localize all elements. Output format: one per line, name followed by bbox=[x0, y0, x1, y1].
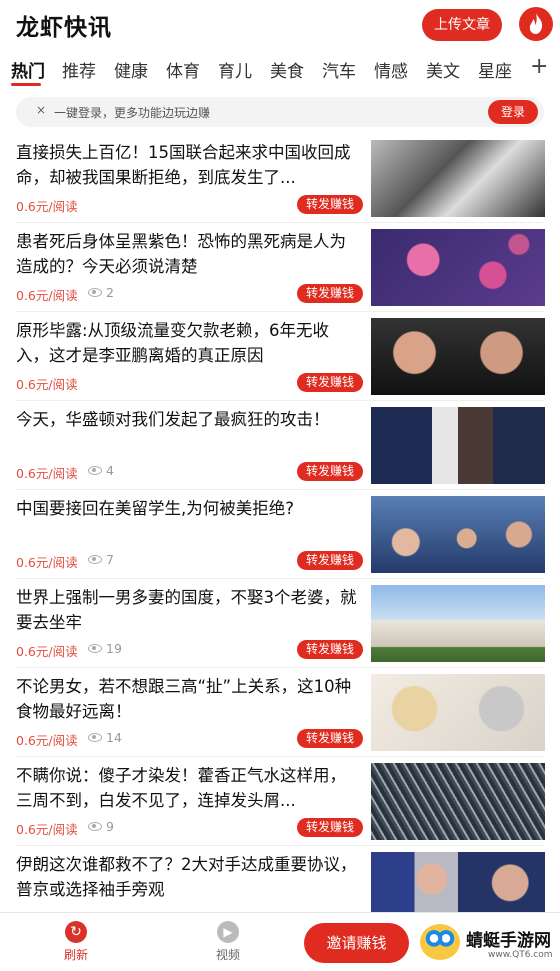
article-title[interactable]: 患者死后身体呈黑紫色！恐怖的黑死病是人为造成的？今天必须说清楚 bbox=[16, 229, 362, 279]
watermark-logo-icon bbox=[420, 924, 460, 960]
view-count-value: 7 bbox=[106, 552, 114, 567]
eye-icon bbox=[88, 644, 102, 653]
article-thumbnail[interactable] bbox=[371, 585, 545, 662]
tab-health[interactable]: 健康 bbox=[114, 57, 148, 82]
refresh-button[interactable]: ↻ 刷新 bbox=[50, 921, 102, 963]
reward-rate: 0.6元/阅读 bbox=[16, 377, 78, 392]
reward-rate: 0.6元/阅读 bbox=[16, 822, 78, 837]
list-item[interactable]: 不论男女，若不想跟三高“扯”上关系，这10种食物最好远离！ 0.6元/阅读 14… bbox=[0, 668, 560, 757]
article-title[interactable]: 伊朗这次谁都救不了？2大对手达成重要协议，普京或选择袖手旁观 bbox=[16, 852, 362, 902]
tab-horoscope[interactable]: 星座 bbox=[478, 57, 512, 82]
view-count-value: 9 bbox=[106, 819, 114, 834]
tab-food[interactable]: 美食 bbox=[270, 57, 304, 82]
login-banner-text: 一键登录，更多功能边玩边赚 bbox=[54, 106, 211, 120]
article-title[interactable]: 直接损失上百亿！15国联合起来求中国收回成命，却被我国果断拒绝，到底发生了... bbox=[16, 140, 362, 190]
refresh-label: 刷新 bbox=[63, 948, 88, 962]
upload-article-button[interactable]: 上传文章 bbox=[422, 9, 502, 41]
article-thumbnail[interactable] bbox=[371, 407, 545, 484]
article-thumbnail[interactable] bbox=[371, 140, 545, 217]
tab-sports[interactable]: 体育 bbox=[166, 57, 200, 82]
article-title[interactable]: 不瞒你说：傻子才染发！藿香正气水这样用，三周不到，白发不见了，连掉发头屑... bbox=[16, 763, 362, 813]
refresh-icon[interactable]: ↻ bbox=[65, 921, 87, 943]
article-title[interactable]: 中国要接回在美留学生,为何被美拒绝? bbox=[16, 496, 362, 521]
share-earn-button[interactable]: 转发赚钱 bbox=[297, 551, 363, 570]
video-icon[interactable]: ▶ bbox=[217, 921, 239, 943]
eye-icon bbox=[88, 466, 102, 475]
share-earn-button[interactable]: 转发赚钱 bbox=[297, 195, 363, 214]
tab-parenting[interactable]: 育儿 bbox=[218, 57, 252, 82]
share-earn-button[interactable]: 转发赚钱 bbox=[297, 284, 363, 303]
list-item[interactable]: 今天，华盛顿对我们发起了最疯狂的攻击！ 0.6元/阅读 4 转发赚钱 bbox=[0, 401, 560, 490]
article-title[interactable]: 不论男女，若不想跟三高“扯”上关系，这10种食物最好远离！ bbox=[16, 674, 362, 724]
invite-earn-button[interactable]: 邀请赚钱 bbox=[304, 923, 409, 963]
list-item[interactable]: 世界上强制一男多妻的国度，不娶3个老婆，就要去坐牢 0.6元/阅读 19 转发赚… bbox=[0, 579, 560, 668]
tab-hot[interactable]: 热门 bbox=[11, 57, 45, 82]
fire-icon[interactable] bbox=[519, 7, 553, 41]
tab-recommend[interactable]: 推荐 bbox=[62, 57, 96, 82]
list-item[interactable]: 原形毕露:从顶级流量变欠款老赖，6年无收入，这才是李亚鹏离婚的真正原因 0.6元… bbox=[0, 312, 560, 401]
reward-rate: 0.6元/阅读 bbox=[16, 466, 78, 481]
eye-icon bbox=[88, 555, 102, 564]
login-banner[interactable]: × 一键登录，更多功能边玩边赚 登录 bbox=[16, 97, 544, 127]
view-count-value: 14 bbox=[106, 730, 122, 745]
article-thumbnail[interactable] bbox=[371, 763, 545, 840]
tab-essays[interactable]: 美文 bbox=[426, 57, 460, 82]
list-item[interactable]: 患者死后身体呈黑紫色！恐怖的黑死病是人为造成的？今天必须说清楚 0.6元/阅读 … bbox=[0, 223, 560, 312]
reward-rate: 0.6元/阅读 bbox=[16, 199, 78, 214]
reward-rate: 0.6元/阅读 bbox=[16, 555, 78, 570]
login-button[interactable]: 登录 bbox=[488, 100, 538, 124]
list-item[interactable]: 中国要接回在美留学生,为何被美拒绝? 0.6元/阅读 7 转发赚钱 bbox=[0, 490, 560, 579]
add-tab-icon[interactable]: + bbox=[530, 54, 548, 79]
article-title[interactable]: 原形毕露:从顶级流量变欠款老赖，6年无收入，这才是李亚鹏离婚的真正原因 bbox=[16, 318, 362, 368]
watermark-url: www.QT6.com bbox=[488, 950, 553, 960]
share-earn-button[interactable]: 转发赚钱 bbox=[297, 462, 363, 481]
video-button[interactable]: ▶ 视频 bbox=[202, 921, 254, 963]
view-count-value: 2 bbox=[106, 285, 114, 300]
active-tab-indicator bbox=[11, 83, 41, 86]
tab-cars[interactable]: 汽车 bbox=[322, 57, 356, 82]
article-thumbnail[interactable] bbox=[371, 496, 545, 573]
share-earn-button[interactable]: 转发赚钱 bbox=[297, 640, 363, 659]
view-count: 2 bbox=[88, 285, 114, 300]
watermark-text: 蜻蜓手游网 bbox=[466, 931, 551, 951]
eye-icon bbox=[88, 733, 102, 742]
article-thumbnail[interactable] bbox=[371, 229, 545, 306]
view-count: 9 bbox=[88, 819, 114, 834]
view-count: 14 bbox=[88, 730, 122, 745]
view-count-value: 19 bbox=[106, 641, 122, 656]
category-tabs: 热门 推荐 健康 体育 育儿 美食 汽车 情感 美文 星座 + bbox=[0, 52, 560, 90]
article-thumbnail[interactable] bbox=[371, 318, 545, 395]
share-earn-button[interactable]: 转发赚钱 bbox=[297, 818, 363, 837]
share-earn-button[interactable]: 转发赚钱 bbox=[297, 373, 363, 392]
tab-emotion[interactable]: 情感 bbox=[374, 57, 408, 82]
close-icon[interactable]: × bbox=[36, 103, 46, 117]
reward-rate: 0.6元/阅读 bbox=[16, 644, 78, 659]
view-count: 7 bbox=[88, 552, 114, 567]
view-count-value: 4 bbox=[106, 463, 114, 478]
article-title[interactable]: 世界上强制一男多妻的国度，不娶3个老婆，就要去坐牢 bbox=[16, 585, 362, 635]
view-count: 4 bbox=[88, 463, 114, 478]
list-item[interactable]: 不瞒你说：傻子才染发！藿香正气水这样用，三周不到，白发不见了，连掉发头屑... … bbox=[0, 757, 560, 846]
eye-icon bbox=[88, 822, 102, 831]
video-label: 视频 bbox=[215, 948, 240, 962]
eye-icon bbox=[88, 288, 102, 297]
article-title[interactable]: 今天，华盛顿对我们发起了最疯狂的攻击！ bbox=[16, 407, 362, 432]
view-count: 19 bbox=[88, 641, 122, 656]
share-earn-button[interactable]: 转发赚钱 bbox=[297, 729, 363, 748]
reward-rate: 0.6元/阅读 bbox=[16, 733, 78, 748]
watermark: 蜻蜓手游网 www.QT6.com bbox=[414, 914, 560, 971]
article-thumbnail[interactable] bbox=[371, 674, 545, 751]
top-bar: 龙虾快讯 上传文章 bbox=[0, 0, 560, 48]
reward-rate: 0.6元/阅读 bbox=[16, 288, 78, 303]
app-title: 龙虾快讯 bbox=[16, 15, 112, 41]
list-item[interactable]: 直接损失上百亿！15国联合起来求中国收回成命，却被我国果断拒绝，到底发生了...… bbox=[0, 134, 560, 223]
